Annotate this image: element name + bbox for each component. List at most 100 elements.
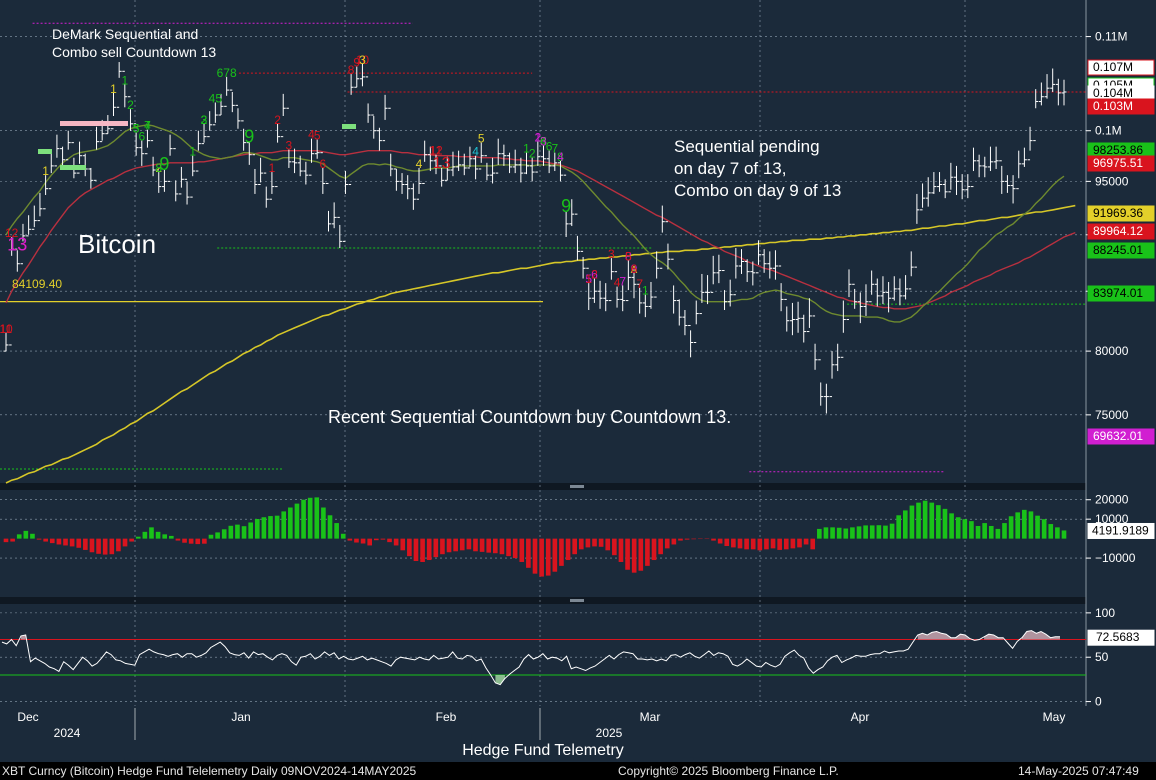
td-count-21: 9 xyxy=(244,127,254,147)
hist-bar xyxy=(711,538,716,541)
hist-bar xyxy=(982,523,987,539)
rsi-tick-label-0: 100 xyxy=(1095,606,1115,620)
td-count-22: 3 xyxy=(201,113,208,127)
hist-bar xyxy=(195,538,201,545)
price-tag-label-9: 83974.01 xyxy=(1093,286,1143,300)
hist-bar xyxy=(916,502,921,539)
hist-bar xyxy=(512,538,518,559)
hist-bar xyxy=(466,538,472,550)
hist-bar xyxy=(221,529,227,539)
hist-bar xyxy=(16,534,22,539)
hist-bar xyxy=(962,519,968,539)
hist-bar xyxy=(532,538,538,574)
price-tag-label-3: 0.103M xyxy=(1093,99,1133,113)
td-count-13: 4 xyxy=(144,119,151,133)
separator-1 xyxy=(0,483,1086,490)
td-count-40: 2 xyxy=(529,147,536,161)
td-count-38: 5 xyxy=(478,132,485,146)
hist-bar xyxy=(69,538,75,547)
tdst-bar-pink xyxy=(60,121,128,126)
hist-bar xyxy=(400,538,406,551)
x-tick-may: May xyxy=(1043,710,1066,724)
hist-bar xyxy=(995,528,1001,539)
hist-bar xyxy=(301,499,306,539)
hist-bar xyxy=(823,527,829,539)
td-count-28: 6 xyxy=(319,157,326,171)
td-count-20: 678 xyxy=(217,66,237,80)
hist-bar xyxy=(790,538,796,549)
hist-bar xyxy=(863,525,868,539)
td-count-12: 3 xyxy=(133,122,140,136)
hist-bar xyxy=(261,517,267,539)
hist-bar xyxy=(988,525,994,539)
hist-bar xyxy=(817,528,822,539)
hist-bar xyxy=(360,538,366,544)
hist-bar xyxy=(1022,509,1027,539)
td-count-2: 12 xyxy=(5,226,19,240)
td-count-23: 1 xyxy=(269,161,276,175)
hist-bar xyxy=(664,538,670,549)
hist-bar xyxy=(268,516,273,539)
hist-bar xyxy=(770,538,776,549)
hist-bar xyxy=(506,538,511,557)
hist-bar xyxy=(202,538,207,544)
hist-bar xyxy=(552,538,558,572)
footer-bar: XBT Curncy (Bitcoin) Hedge Fund Teleleme… xyxy=(0,762,1156,780)
td-count-51: 4 xyxy=(557,150,564,164)
hist-bar xyxy=(929,502,935,539)
td-count-24: 2 xyxy=(274,113,281,127)
hist-bar xyxy=(162,534,168,539)
hist-bar xyxy=(724,538,730,547)
hist-bar xyxy=(235,524,240,539)
hist-bar xyxy=(281,511,287,539)
tdst-bar-green-1 xyxy=(38,149,52,154)
price-tag-label-0: 0.107M xyxy=(1093,60,1133,74)
td-count-17: 1 xyxy=(189,145,196,159)
price-tag-label-2: 0.104M xyxy=(1093,86,1133,100)
hist-bar xyxy=(446,538,452,553)
hist-bar xyxy=(307,497,313,539)
hist-bar xyxy=(684,538,690,540)
price-tick-label-0: 0.11M xyxy=(1095,30,1127,44)
hist-bar xyxy=(499,538,505,555)
hist-bar xyxy=(479,538,485,552)
hist-bar xyxy=(334,523,339,539)
hist-bar xyxy=(175,538,181,541)
hist-bar xyxy=(135,536,141,539)
td-count-15: 1 xyxy=(121,73,128,87)
hist-bar xyxy=(717,538,723,544)
x-tick-dec: Dec xyxy=(17,710,38,724)
hist-bar xyxy=(671,538,677,545)
hist-bar xyxy=(856,526,862,539)
price-tag-label-4: 98253.86 xyxy=(1093,143,1143,157)
td-count-55: 2 xyxy=(591,268,598,282)
hist-bar xyxy=(1035,515,1040,539)
x-tick-apr: Apr xyxy=(851,710,870,724)
hist-bar xyxy=(750,538,756,550)
hist-bar xyxy=(942,508,948,539)
hist-bar xyxy=(420,538,425,562)
hist-bar xyxy=(922,500,928,539)
hist-bar xyxy=(142,531,148,539)
hist-bar xyxy=(288,507,293,539)
hist-bar xyxy=(876,525,882,539)
td-count-56: 3 xyxy=(608,247,615,261)
hist-bar xyxy=(102,538,108,555)
hist-bar xyxy=(631,538,637,573)
hist-bar xyxy=(658,538,663,555)
hist-bar xyxy=(605,538,611,551)
td-count-50: 3 xyxy=(540,135,547,149)
hist-bar xyxy=(367,538,373,546)
hist-bar xyxy=(459,538,465,551)
x-year-2024: 2024 xyxy=(54,726,81,740)
hist-bar xyxy=(678,538,683,541)
hist-bar xyxy=(539,538,544,577)
price-tag-label-6: 91969.36 xyxy=(1093,206,1143,220)
hist-bar xyxy=(122,538,128,547)
annotation-asset: Bitcoin xyxy=(78,229,156,259)
hist-bar xyxy=(1055,527,1060,539)
hist-bar xyxy=(407,538,412,557)
hist-bar xyxy=(76,538,82,548)
hist-bar xyxy=(572,538,577,555)
splitter-handle-2 xyxy=(570,599,584,602)
